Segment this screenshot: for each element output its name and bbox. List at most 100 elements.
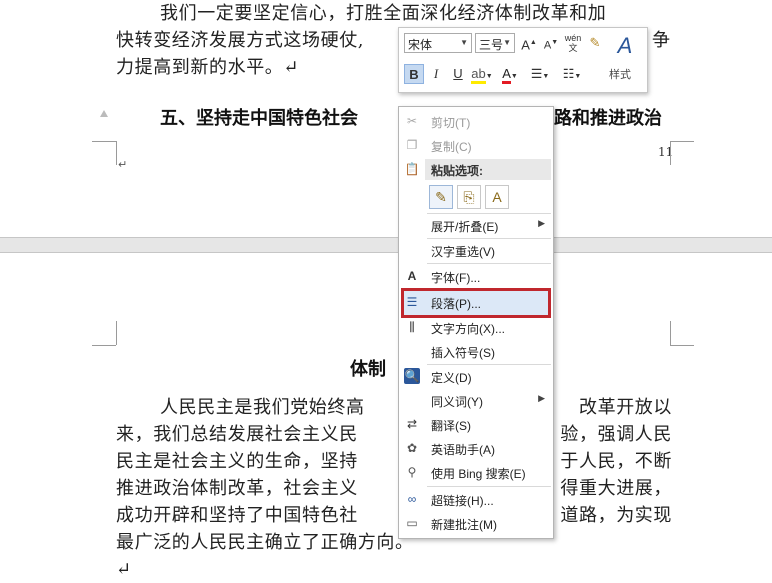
menu-item-english-assistant[interactable]: ✿ 英语助手(A) <box>399 436 553 460</box>
underline-button[interactable]: U <box>448 64 468 84</box>
paste-options-label: 粘贴选项: <box>431 164 483 178</box>
menu-item-label: 使用 Bing 搜索(E) <box>431 467 526 481</box>
italic-button[interactable]: I <box>426 64 446 84</box>
document-page-bottom: 体制 人民民主是我们党始终高 来，我们总结发展社会主义民 民主是社会主义的生命，… <box>0 253 772 580</box>
paragraph-2-left: 人民民主是我们党始终高 来，我们总结发展社会主义民 民主是社会主义的生命，坚持 … <box>116 394 416 583</box>
menu-item-insert-symbol[interactable]: 插入符号(S) <box>399 339 553 363</box>
styles-icon[interactable]: A <box>611 32 639 60</box>
highlight-color-icon[interactable]: ab▼ <box>470 64 494 84</box>
phonetic-guide-icon[interactable]: wén 文 <box>563 33 583 53</box>
text-direction-icon: ⫼ <box>409 320 415 334</box>
crop-mark <box>670 345 694 346</box>
paste-options-header: 粘贴选项: <box>425 159 551 180</box>
paste-text-only-icon[interactable]: A <box>485 185 509 209</box>
para2-right-2: 验，强调人民 <box>560 424 672 445</box>
paragraph-2-right: 改革开放以 验，强调人民 于人民，不断 得重大进展， 道路，为实现 <box>556 394 672 529</box>
shrink-font-icon[interactable]: A▼ <box>541 33 561 53</box>
highlight-box <box>401 288 551 318</box>
document-page-top: 我们一定要坚定信心，打胜全面深化经济体制改革和加 快转变经济发展方式这场硬仗, … <box>0 0 772 237</box>
menu-item-translate[interactable]: ⇄ 翻译(S) <box>399 412 553 436</box>
heading-1-left: 五、坚持走中国特色社会 <box>160 108 358 129</box>
menu-item-font[interactable]: A 字体(F)... <box>399 264 553 288</box>
collapse-triangle-icon[interactable] <box>100 110 108 117</box>
crop-mark <box>670 321 671 345</box>
clipboard-icon: 📋 <box>404 162 420 176</box>
menu-item-label: 字体(F)... <box>431 271 481 285</box>
paste-keep-formatting-icon[interactable]: ✎ <box>429 185 453 209</box>
grow-font-icon[interactable]: A▲ <box>519 33 539 53</box>
numbering-icon[interactable]: ☷▼ <box>558 64 586 84</box>
font-color-icon[interactable]: A▼ <box>498 64 522 84</box>
submenu-arrow-icon: ▶ <box>538 218 545 228</box>
font-size-value: 三号 <box>479 38 504 52</box>
chevron-down-icon: ▼ <box>503 38 511 47</box>
menu-item-expand-collapse[interactable]: 展开/折叠(E) ▶ <box>399 213 553 237</box>
crop-mark <box>92 345 116 346</box>
crop-mark <box>92 141 116 142</box>
menu-item-label: 插入符号(S) <box>431 346 495 360</box>
crop-mark <box>670 141 694 142</box>
translate-icon: ⇄ <box>406 417 418 431</box>
para2-line-5: 成功开辟和坚持了中国特色社 <box>116 505 358 526</box>
para1-right-fragment: 争 <box>652 30 671 51</box>
menu-item-label: 文字方向(X)... <box>431 322 505 336</box>
para2-line-2: 来，我们总结发展社会主义民 <box>116 424 358 445</box>
para2-right-5: 道路，为实现 <box>560 505 672 526</box>
menu-item-reconvert[interactable]: 汉字重选(V) <box>399 238 553 262</box>
heading-1-right: 路和推进政治 <box>554 108 662 129</box>
menu-item-label: 英语助手(A) <box>431 443 495 457</box>
english-assistant-icon: ✿ <box>406 441 418 455</box>
menu-item-label: 同义词(Y) <box>431 395 483 409</box>
styles-label[interactable]: 样式 <box>609 66 631 82</box>
scissors-icon: ✂ <box>406 114 418 128</box>
menu-item-hyperlink[interactable]: ∞ 超链接(H)... <box>399 487 553 511</box>
menu-item-define[interactable]: 🔍 定义(D) <box>399 364 553 388</box>
menu-item-synonyms[interactable]: 同义词(Y) ▶ <box>399 388 553 412</box>
hyperlink-icon: ∞ <box>407 492 417 506</box>
return-mark: ↵ <box>118 158 128 171</box>
heading-2-fragment: 体制 <box>350 359 386 380</box>
para2-right-3: 于人民，不断 <box>560 451 672 472</box>
menu-item-label: 剪切(T) <box>431 116 471 130</box>
para2-right-4: 得重大进展， <box>560 478 672 499</box>
copy-icon: ❐ <box>406 138 418 152</box>
menu-item-label: 新建批注(M) <box>431 518 497 532</box>
font-icon: A <box>407 269 417 283</box>
menu-item-text-direction[interactable]: ⫼ 文字方向(X)... <box>399 315 553 339</box>
para2-line-3: 民主是社会主义的生命，坚持 <box>116 451 358 472</box>
bold-button[interactable]: B <box>404 64 424 84</box>
menu-item-label: 超链接(H)... <box>431 494 494 508</box>
menu-item-label: 汉字重选(V) <box>431 245 495 259</box>
page-gap <box>0 237 772 253</box>
para2-line-6: 最广泛的人民民主确立了正确方向。↵ <box>116 532 414 580</box>
para1-line-1: 我们一定要坚定信心，打胜全面深化经济体制改革和加 <box>160 3 607 24</box>
crop-mark <box>116 141 117 165</box>
chevron-down-icon: ▼ <box>460 38 468 47</box>
new-comment-icon: ▭ <box>406 516 418 530</box>
paste-merge-formatting-icon[interactable]: ⎘ <box>457 185 481 209</box>
menu-item-label: 展开/折叠(E) <box>431 220 499 234</box>
para2-right-1: 改革开放以 <box>579 397 672 418</box>
menu-item-label: 复制(C) <box>431 140 472 154</box>
crop-mark <box>116 321 117 345</box>
format-painter-icon[interactable]: ✎ <box>585 33 605 53</box>
bullets-icon[interactable]: ☰▼ <box>526 64 554 84</box>
bing-search-icon: ⚲ <box>407 465 417 479</box>
mini-toolbar: 宋体 ▼ 三号 ▼ A▲ A▼ wén 文 ✎ A 样式 B I U ab▼ A▼… <box>398 27 648 93</box>
crop-mark <box>670 141 671 165</box>
menu-item-new-comment[interactable]: ▭ 新建批注(M) <box>399 511 553 535</box>
context-menu: ✂ 剪切(T) ❐ 复制(C) 📋 粘贴选项: ✎ ⎘ A 展开/折叠(E) ▶… <box>398 106 554 539</box>
submenu-arrow-icon: ▶ <box>538 393 545 403</box>
menu-item-copy[interactable]: ❐ 复制(C) <box>399 133 553 157</box>
menu-item-cut[interactable]: ✂ 剪切(T) <box>399 109 553 133</box>
menu-item-bing-search[interactable]: ⚲ 使用 Bing 搜索(E) <box>399 460 553 484</box>
font-name-value: 宋体 <box>408 38 433 52</box>
define-icon: 🔍 <box>404 368 420 384</box>
font-name-combo[interactable]: 宋体 ▼ <box>404 33 472 53</box>
font-size-combo[interactable]: 三号 ▼ <box>475 33 515 53</box>
para2-line-1: 人民民主是我们党始终高 <box>160 397 365 418</box>
phonetic-label: wén <box>564 33 582 43</box>
menu-item-label: 翻译(S) <box>431 419 471 433</box>
menu-item-label: 定义(D) <box>431 371 472 385</box>
para2-line-4: 推进政治体制改革，社会主义 <box>116 478 358 499</box>
